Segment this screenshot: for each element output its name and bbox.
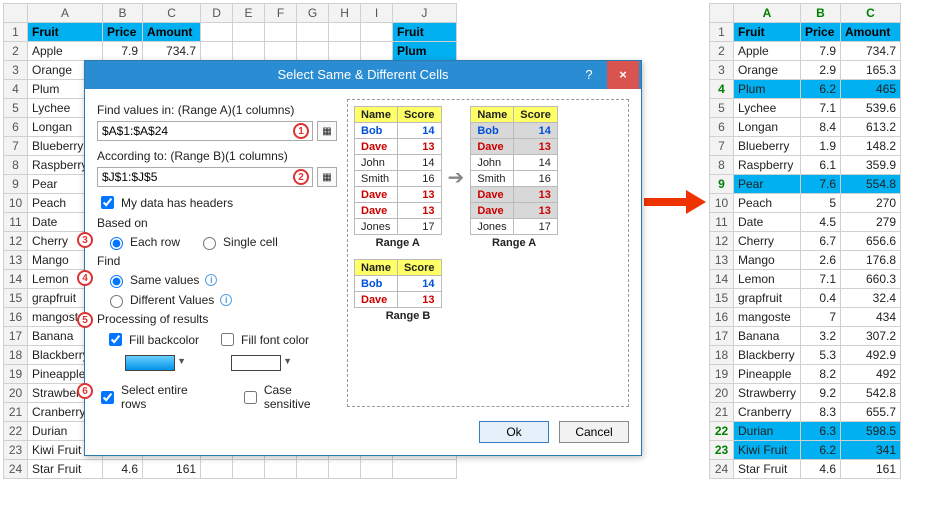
backcolor-picker[interactable]	[125, 355, 175, 371]
cancel-button[interactable]: Cancel	[559, 421, 629, 443]
different-values-radio[interactable]	[110, 295, 123, 308]
has-headers-checkbox[interactable]	[101, 196, 114, 209]
based-on-label: Based on	[97, 216, 148, 230]
worksheet-right[interactable]: ABC1FruitPriceAmount2Apple7.9734.73Orang…	[709, 3, 901, 479]
dialog-preview-panel: NameScoreBob14Dave13John14Smith16Dave13D…	[347, 99, 629, 407]
annotation-6: 6	[77, 383, 93, 399]
dialog-title: Select Same & Different Cells	[278, 67, 449, 82]
same-values-label: Same values	[130, 273, 199, 287]
range-b-selector-icon[interactable]: ▦	[317, 167, 337, 187]
fill-backcolor-label: Fill backcolor	[129, 333, 199, 347]
case-sensitive-label: Case sensitive	[264, 383, 337, 411]
dialog-options-panel: Find values in: (Range A)(1 columns) 1 ▦…	[97, 99, 337, 443]
processing-label: Processing of results	[97, 312, 208, 326]
same-values-radio[interactable]	[110, 275, 123, 288]
fontcolor-picker[interactable]	[231, 355, 281, 371]
demo-range-a-before: NameScoreBob14Dave13John14Smith16Dave13D…	[354, 106, 442, 235]
has-headers-label: My data has headers	[121, 196, 233, 210]
help-button[interactable]: ?	[573, 61, 605, 89]
fill-fontcolor-checkbox[interactable]	[221, 333, 234, 346]
different-values-label: Different Values	[130, 293, 214, 307]
demo-range-a-after: NameScoreBob14Dave13John14Smith16Dave13D…	[470, 106, 558, 235]
single-cell-label: Single cell	[223, 235, 278, 249]
annotation-4: 4	[77, 270, 93, 286]
select-entire-rows-checkbox[interactable]	[101, 391, 114, 404]
ok-button[interactable]: Ok	[479, 421, 549, 443]
each-row-label: Each row	[130, 235, 180, 249]
annotation-2: 2	[293, 169, 309, 185]
range-a-input[interactable]	[97, 121, 313, 141]
demo-range-a-label: Range A	[354, 237, 442, 249]
single-cell-radio[interactable]	[203, 237, 216, 250]
arrow-icon: ➔	[448, 168, 465, 188]
demo-range-b: NameScoreBob14Dave13	[354, 259, 442, 308]
fill-fontcolor-label: Fill font color	[241, 333, 309, 347]
dialog-titlebar: Select Same & Different Cells ? ×	[85, 61, 641, 89]
close-button[interactable]: ×	[607, 61, 639, 89]
annotation-1: 1	[293, 123, 309, 139]
fill-backcolor-checkbox[interactable]	[109, 333, 122, 346]
select-entire-rows-label: Select entire rows	[121, 383, 212, 411]
annotation-5: 5	[77, 312, 93, 328]
case-sensitive-checkbox[interactable]	[244, 391, 257, 404]
demo-range-b-label: Range B	[354, 310, 462, 322]
find-label: Find	[97, 254, 120, 268]
range-a-selector-icon[interactable]: ▦	[317, 121, 337, 141]
info-icon[interactable]: i	[220, 294, 232, 306]
each-row-radio[interactable]	[110, 237, 123, 250]
select-cells-dialog: Select Same & Different Cells ? × Find v…	[84, 60, 642, 456]
result-arrow	[644, 193, 706, 211]
range-b-input[interactable]	[97, 167, 313, 187]
annotation-3: 3	[77, 232, 93, 248]
demo-range-a-after-label: Range A	[470, 237, 558, 249]
info-icon[interactable]: i	[205, 274, 217, 286]
according-to-label: According to: (Range B)(1 columns)	[97, 149, 337, 163]
find-values-label: Find values in: (Range A)(1 columns)	[97, 103, 337, 117]
